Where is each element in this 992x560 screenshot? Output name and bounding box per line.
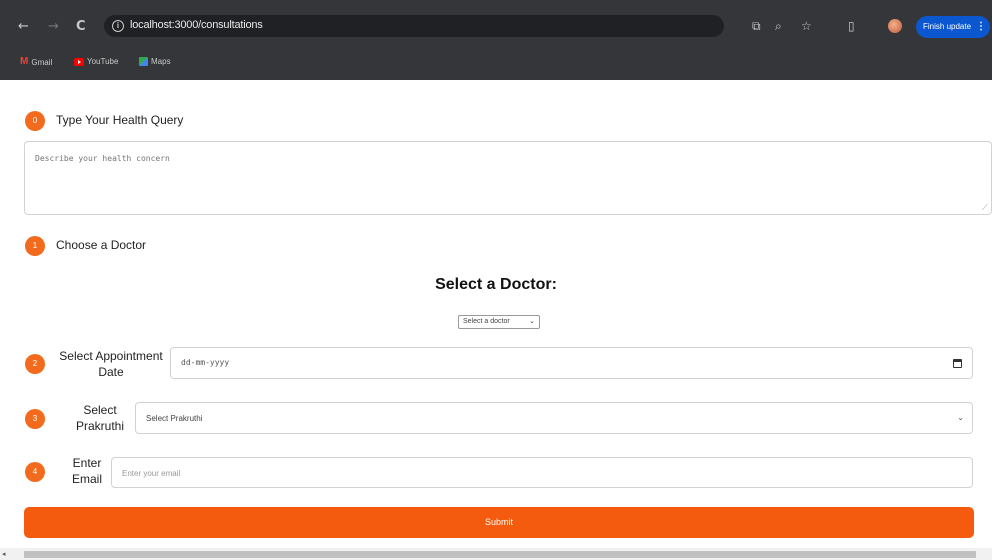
prakruthi-select[interactable]: Select Prakruthi ⌄ bbox=[135, 402, 973, 434]
extensions-icon[interactable]: ▯ bbox=[848, 19, 855, 33]
submit-button[interactable]: Submit bbox=[24, 507, 974, 538]
calendar-icon[interactable] bbox=[953, 359, 962, 368]
bookmarks-bar: M Gmail YouTube Maps bbox=[0, 48, 992, 80]
browser-toolbar: ← → C i localhost:3000/consultations ⧉ ⌕… bbox=[0, 0, 992, 48]
address-bar[interactable]: i localhost:3000/consultations bbox=[104, 15, 724, 37]
health-query-title: Type Your Health Query bbox=[56, 113, 184, 127]
email-field[interactable]: Enter your email bbox=[111, 457, 973, 488]
screencast-icon[interactable]: ⧉ bbox=[752, 19, 761, 33]
scroll-left-icon[interactable]: ◂ bbox=[2, 550, 6, 558]
youtube-icon bbox=[74, 57, 84, 66]
bookmark-label: YouTube bbox=[87, 57, 119, 66]
step-2-badge: 2 bbox=[25, 354, 45, 374]
step-1-badge: 1 bbox=[25, 236, 45, 256]
bookmark-gmail[interactable]: M Gmail bbox=[20, 57, 52, 67]
menu-icon[interactable]: ⋮ bbox=[976, 16, 986, 38]
bookmark-star-icon[interactable]: ☆ bbox=[801, 19, 812, 33]
back-button[interactable]: ← bbox=[18, 20, 29, 34]
email-placeholder: Enter your email bbox=[122, 469, 181, 478]
bookmark-maps[interactable]: Maps bbox=[139, 57, 171, 66]
prakruthi-label: Select Prakruthi bbox=[75, 403, 125, 433]
maps-icon bbox=[139, 57, 148, 66]
step-0-badge: 0 bbox=[25, 111, 45, 131]
email-label: Enter Email bbox=[71, 456, 102, 486]
url-text[interactable]: localhost:3000/consultations bbox=[130, 19, 263, 31]
finish-update-button[interactable]: Finish update ⋮ bbox=[916, 16, 990, 38]
horizontal-scrollbar[interactable]: ◂ bbox=[0, 548, 992, 560]
chevron-down-icon: ⌄ bbox=[957, 413, 964, 422]
zoom-icon[interactable]: ⌕ bbox=[775, 19, 782, 33]
finish-update-label: Finish update bbox=[923, 22, 972, 31]
choose-doctor-title: Choose a Doctor bbox=[56, 238, 147, 252]
date-value: dd-mm-yyyy bbox=[181, 358, 230, 367]
scrollbar-thumb[interactable] bbox=[24, 551, 976, 558]
site-info-icon[interactable]: i bbox=[112, 20, 124, 32]
bookmark-label: Maps bbox=[151, 57, 171, 66]
forward-button[interactable]: → bbox=[48, 20, 59, 34]
reload-button[interactable]: C bbox=[76, 20, 86, 34]
step-4-badge: 4 bbox=[25, 462, 45, 482]
prakruthi-select-value: Select Prakruthi bbox=[146, 414, 203, 423]
resize-grip-icon[interactable]: ⟋ bbox=[982, 204, 990, 212]
select-doctor-heading: Select a Doctor: bbox=[435, 276, 557, 293]
doctor-select[interactable]: Select a doctor ⌄ bbox=[458, 315, 540, 329]
appointment-date-input[interactable]: dd-mm-yyyy bbox=[170, 347, 973, 379]
bookmark-youtube[interactable]: YouTube bbox=[74, 57, 118, 66]
step-3-badge: 3 bbox=[25, 409, 45, 429]
gmail-icon: M bbox=[20, 56, 29, 67]
bookmark-label: Gmail bbox=[31, 57, 53, 67]
chevron-down-icon: ⌄ bbox=[529, 318, 535, 325]
appointment-date-label: Select Appointment Date bbox=[59, 349, 163, 379]
doctor-select-value: Select a doctor bbox=[463, 318, 510, 325]
profile-avatar-icon[interactable] bbox=[888, 19, 902, 33]
health-query-textarea[interactable] bbox=[24, 141, 992, 215]
